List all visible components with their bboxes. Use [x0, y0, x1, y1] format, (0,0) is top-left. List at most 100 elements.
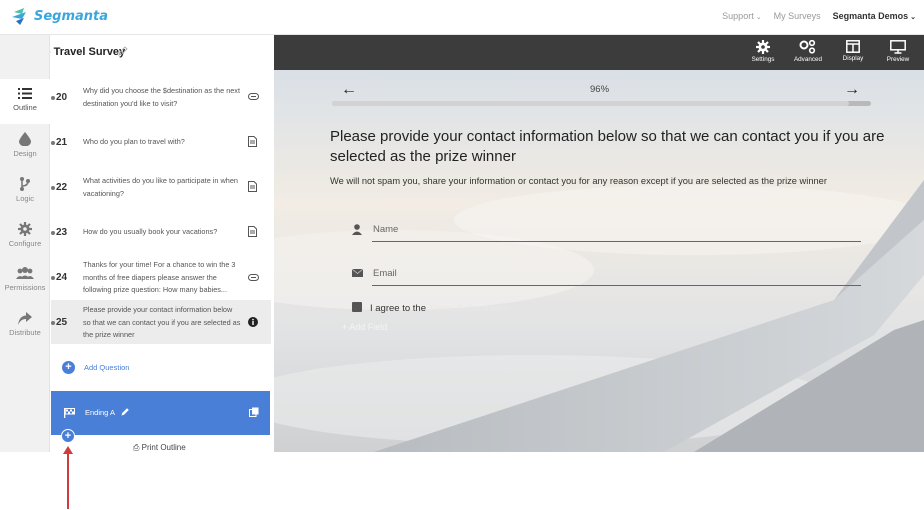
monitor-icon [890, 40, 906, 54]
rail-label-outline: Outline [13, 103, 37, 112]
agree-prefix: I agree to the [370, 303, 426, 314]
user-icon [352, 224, 362, 235]
add-field-button[interactable]: + Add Field [342, 322, 387, 332]
outline-question-24[interactable]: 24 Thanks for your time! For a chance to… [51, 255, 271, 299]
question-number: 24 [56, 272, 68, 283]
settings-button[interactable]: Settings [743, 40, 783, 63]
layout-icon [846, 40, 860, 53]
survey-editor: Segmanta Support ⌄ My Surveys Segmanta De… [0, 0, 924, 510]
agree-checkbox[interactable] [352, 302, 362, 312]
outline-question-22[interactable]: 22 What activities do you like to partic… [51, 165, 271, 209]
gear-icon [18, 222, 32, 236]
rail-item-distribute[interactable]: Distribute [0, 304, 50, 349]
chevron-down-icon: ⌄ [910, 14, 916, 21]
rail-label-distribute: Distribute [9, 328, 41, 337]
question-text: Who do you plan to travel with? [83, 137, 185, 146]
copy-icon[interactable] [249, 407, 259, 417]
gears-icon [799, 40, 816, 54]
question-text: Please provide your contact information … [83, 305, 241, 339]
question-number: 23 [56, 227, 68, 238]
question-number: 20 [56, 92, 68, 103]
support-menu[interactable]: Support ⌄ [722, 11, 761, 21]
ending-label: Ending A [85, 408, 116, 417]
name-field[interactable] [372, 222, 861, 242]
preview-button[interactable]: Preview [878, 40, 918, 63]
printer-icon: ⎙ [133, 443, 140, 452]
support-label: Support [722, 11, 754, 21]
plus-icon: + [62, 361, 75, 374]
drag-dot-icon [51, 96, 55, 100]
question-text: Why did you choose the $destination as t… [83, 86, 240, 108]
drag-dot-icon [51, 276, 55, 280]
question-description: We will not spam you, share your informa… [330, 176, 827, 186]
rail-label-design: Design [13, 149, 37, 158]
info-icon [248, 317, 258, 327]
outline-question-23[interactable]: 23 How do you usually book your vacation… [51, 210, 271, 254]
agree-text: I agree to the Terms & Conditions [370, 303, 511, 314]
rail-item-permissions[interactable]: Permissions [0, 259, 50, 304]
editor-toolbar: Settings Advanced Display Preview [274, 35, 924, 70]
pencil-icon[interactable] [121, 407, 130, 416]
my-surveys-link[interactable]: My Surveys [774, 11, 821, 21]
question-text: What activities do you like to participa… [83, 176, 238, 198]
display-label: Display [842, 55, 864, 62]
question-text: Thanks for your time! For a chance to wi… [83, 260, 236, 294]
document-icon [248, 136, 257, 147]
segmanta-logo[interactable]: Segmanta [10, 6, 108, 26]
email-field[interactable] [372, 266, 861, 286]
rail-item-configure[interactable]: Configure [0, 214, 50, 259]
drag-dot-icon [51, 231, 55, 235]
drag-dot-icon [51, 321, 55, 325]
advanced-button[interactable]: Advanced [788, 40, 828, 63]
question-title: Please provide your contact information … [330, 128, 885, 165]
print-outline-label: Print Outline [141, 443, 186, 452]
add-field-label: Add Field [349, 322, 388, 332]
previous-arrow-icon[interactable]: ← [341, 81, 357, 99]
add-ending-button[interactable]: + [61, 429, 75, 443]
outline-question-25[interactable]: 25 Please provide your contact informati… [51, 300, 271, 344]
pencil-icon[interactable] [118, 46, 128, 56]
list-icon [18, 88, 32, 99]
rail-item-design[interactable]: Design [0, 124, 50, 169]
question-number: 22 [56, 182, 68, 193]
drag-dot-icon [51, 141, 55, 145]
users-icon [16, 267, 34, 279]
print-outline-button[interactable]: ⎙ Print Outline [133, 443, 186, 453]
rail-label-configure: Configure [8, 239, 42, 248]
document-icon [248, 226, 257, 237]
gear-icon [756, 40, 770, 54]
progress-bar [332, 101, 871, 106]
brand-name: Segmanta [34, 8, 109, 24]
display-button[interactable]: Display [833, 40, 873, 62]
account-label: Segmanta Demos [832, 11, 909, 21]
envelope-icon [352, 269, 363, 277]
rail-label-logic: Logic [16, 194, 34, 203]
rail-item-outline[interactable]: Outline [0, 79, 50, 124]
top-nav: Support ⌄ My Surveys Segmanta Demos ⌄ [722, 11, 916, 21]
preview-label: Preview [886, 56, 910, 63]
top-bar: Segmanta Support ⌄ My Surveys Segmanta De… [0, 0, 924, 35]
branch-icon [20, 177, 30, 191]
terms-link[interactable]: Terms & Conditions [428, 303, 510, 314]
annotation-arrow-head [63, 446, 73, 454]
plus-icon: + [342, 322, 348, 332]
drag-dot-icon [51, 186, 55, 190]
question-text: How do you usually book your vacations? [83, 227, 218, 236]
progress-fill [332, 101, 850, 106]
account-menu[interactable]: Segmanta Demos ⌄ [833, 11, 916, 21]
ending-item[interactable]: Ending A [51, 391, 270, 435]
outline-question-20[interactable]: 20 Why did you choose the $destination a… [51, 76, 271, 120]
question-number: 21 [56, 137, 68, 148]
next-arrow-icon[interactable]: → [844, 81, 860, 99]
survey-preview: ← → 96% Please provide your contact info… [274, 70, 924, 452]
flag-icon [64, 408, 75, 418]
link-icon [248, 93, 259, 100]
rail-item-logic[interactable]: Logic [0, 169, 50, 214]
settings-label: Settings [751, 56, 775, 63]
rail-label-permissions: Permissions [4, 283, 46, 292]
progress-percentage: 96% [590, 84, 610, 95]
outline-question-21[interactable]: 21 Who do you plan to travel with? [51, 120, 271, 164]
add-question-button[interactable]: + Add Question [62, 361, 129, 374]
left-rail: Outline Design Logic Configure Permissio… [0, 35, 50, 452]
link-icon [248, 274, 259, 281]
